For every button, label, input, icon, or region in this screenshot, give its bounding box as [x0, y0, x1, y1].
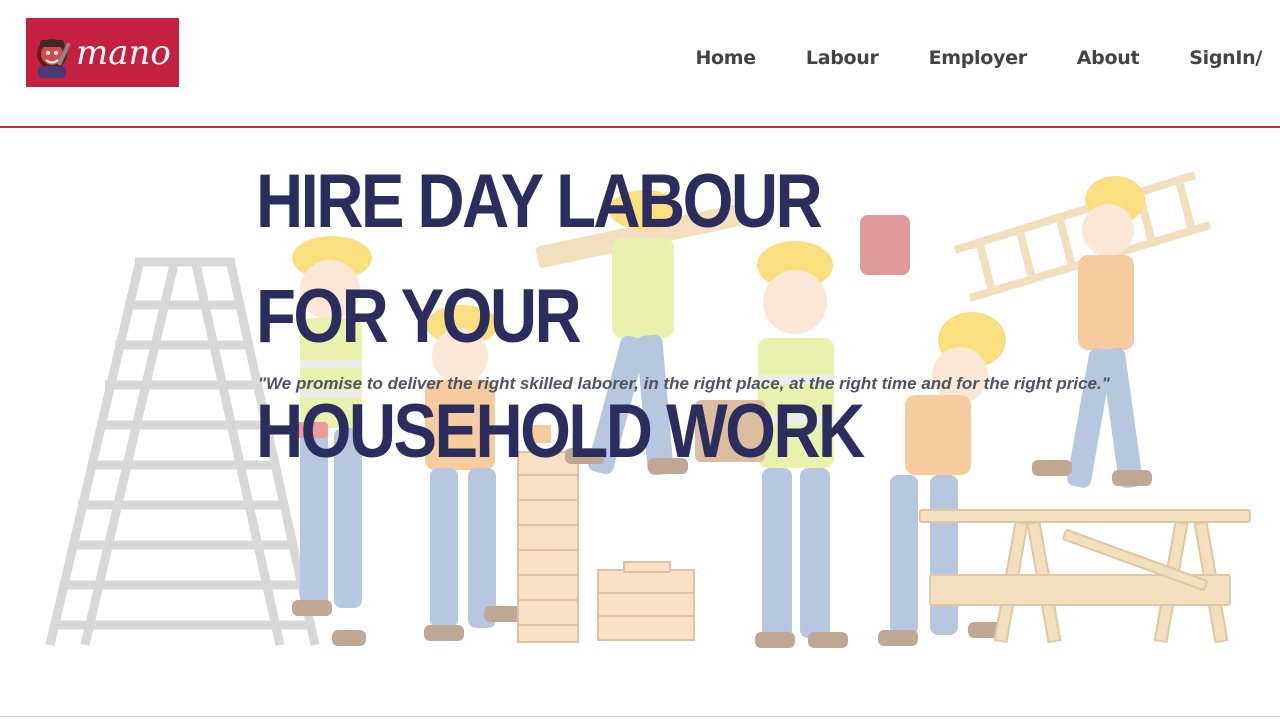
logo-wordmark: mano: [76, 32, 171, 73]
nav-employer[interactable]: Employer: [929, 44, 1027, 72]
hero-tagline: "We promise to deliver the right skilled…: [258, 374, 1110, 393]
navbar: mano Home Labour Employer About SignIn/: [0, 0, 1280, 128]
nav-signin[interactable]: SignIn/: [1189, 44, 1262, 72]
nav-home[interactable]: Home: [695, 44, 756, 72]
brand-logo[interactable]: mano: [26, 18, 179, 87]
hero-title-line-2: HOUSEHOLD WORK: [256, 389, 865, 474]
nav-labour[interactable]: Labour: [806, 44, 879, 72]
nav-about[interactable]: About: [1077, 44, 1140, 72]
hero-title-line-1: HIRE DAY LABOUR FOR YOUR: [256, 159, 823, 359]
page-bottom-divider: [0, 716, 1280, 717]
sawhorse-table: [919, 509, 1251, 644]
hero-section: HIRE DAY LABOUR FOR YOUR HOUSEHOLD WORK …: [0, 130, 1280, 720]
hero-title: HIRE DAY LABOUR FOR YOUR HOUSEHOLD WORK: [256, 144, 910, 489]
main-nav: Home Labour Employer About SignIn/: [695, 44, 1280, 72]
